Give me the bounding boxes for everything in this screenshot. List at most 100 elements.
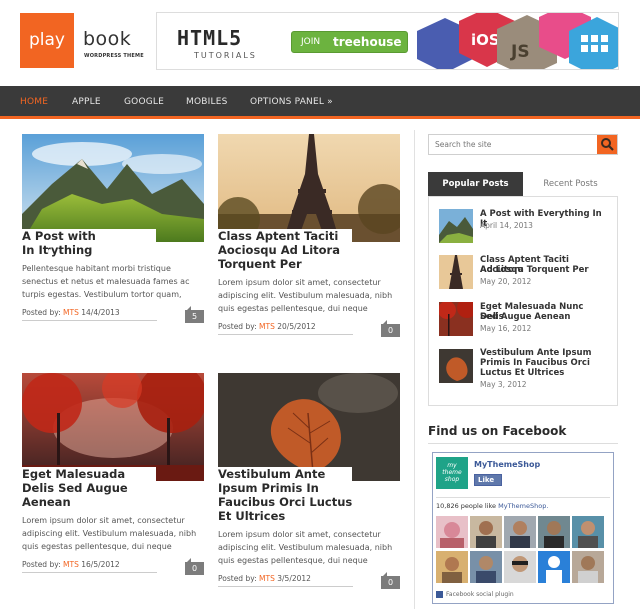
nav-google[interactable]: GOOGLE bbox=[124, 97, 164, 107]
fan-avatar[interactable] bbox=[538, 516, 570, 548]
column-divider bbox=[414, 130, 415, 609]
post-excerpt-line: Lorem ipsum dolor sit amet, consectetur bbox=[218, 530, 381, 539]
logo-text-line: theme bbox=[442, 469, 462, 476]
popular-post-date: May 16, 2012 bbox=[480, 324, 532, 333]
main-nav: HOME APPLE GOOGLE MOBILES OPTIONS PANEL … bbox=[0, 86, 640, 119]
post-author-link[interactable]: MTS bbox=[63, 560, 79, 569]
post-author-link[interactable]: MTS bbox=[259, 322, 275, 331]
like-count-text: 10,826 people like bbox=[436, 502, 499, 510]
post-meta: Posted by: MTS 16/5/2012 bbox=[22, 560, 157, 573]
hex-js-label: JS bbox=[510, 42, 530, 62]
popular-post-title-line[interactable]: Sed Augue Aenean bbox=[480, 312, 608, 322]
posted-by-label: Posted by: bbox=[22, 560, 61, 569]
post-title-line[interactable]: In It bbox=[22, 243, 49, 257]
tab-popular-posts[interactable]: Popular Posts bbox=[428, 172, 523, 196]
fan-avatar[interactable] bbox=[436, 516, 468, 548]
post-title[interactable]: Class Aptent Taciti bbox=[218, 229, 352, 243]
logo-play[interactable]: play bbox=[20, 13, 74, 68]
post-image-eiffel[interactable] bbox=[218, 134, 400, 242]
post-title-line[interactable]: Aenean bbox=[22, 495, 71, 509]
logo-text-line: shop bbox=[444, 476, 460, 483]
post-image-red-forest[interactable] bbox=[22, 373, 204, 481]
banner-html5-text: HTML5 bbox=[177, 26, 243, 50]
post-date: 16/5/2012 bbox=[81, 560, 120, 569]
nav-mobiles[interactable]: MOBILES bbox=[186, 97, 228, 107]
post-meta: Posted by: MTS 3/5/2012 bbox=[218, 574, 353, 587]
post-author-link[interactable]: MTS bbox=[259, 574, 275, 583]
post-excerpt-line: senectus et netus et malesuada fames ac bbox=[22, 277, 190, 286]
logo-subtitle: WORDPRESS THEME bbox=[84, 53, 144, 59]
popular-thumb[interactable] bbox=[439, 209, 473, 243]
fan-avatar[interactable] bbox=[504, 551, 536, 583]
fan-avatar[interactable] bbox=[538, 551, 570, 583]
facebook-heading-rule bbox=[428, 443, 618, 444]
popular-post-title-line[interactable]: Primis In Faucibus Orci bbox=[480, 358, 608, 368]
post-date: 14/4/2013 bbox=[81, 308, 120, 317]
nav-home[interactable]: HOME bbox=[20, 97, 48, 107]
ad-banner[interactable]: HTML5 TUTORIALS JOIN treehouse iOS JS bbox=[156, 12, 619, 70]
search-icon bbox=[601, 138, 614, 151]
search-input[interactable] bbox=[429, 135, 597, 154]
treehouse-label: treehouse bbox=[333, 35, 402, 49]
post-excerpt-line: turpis egestas. Vestibulum tortor quam, bbox=[22, 290, 182, 299]
join-label: JOIN bbox=[301, 37, 321, 47]
facebook-like-count: 10,826 people like MyThemeShop. bbox=[436, 502, 548, 510]
popular-post-date: May 3, 2012 bbox=[480, 380, 527, 389]
facebook-like-box: my theme shop MyThemeShop Like 10,826 pe… bbox=[432, 452, 614, 604]
comment-count-badge[interactable]: 0 bbox=[381, 320, 400, 337]
fan-avatar[interactable] bbox=[470, 551, 502, 583]
search-button[interactable] bbox=[597, 135, 617, 154]
post-title[interactable]: A Post with Everything bbox=[22, 229, 156, 257]
like-count-page-link[interactable]: MyThemeShop. bbox=[498, 502, 548, 510]
fan-avatar[interactable] bbox=[504, 516, 536, 548]
popular-thumb[interactable] bbox=[439, 255, 473, 289]
fan-avatar[interactable] bbox=[572, 516, 604, 548]
tab-recent-posts[interactable]: Recent Posts bbox=[523, 172, 618, 196]
post-image-leaf[interactable] bbox=[218, 373, 400, 481]
plugin-label: Facebook social plugin bbox=[446, 591, 514, 598]
hex-ios-label: iOS bbox=[471, 31, 500, 49]
mythemeshop-logo[interactable]: my theme shop bbox=[436, 457, 468, 489]
popular-post-title-line[interactable]: Luctus Et Ultrices bbox=[480, 368, 608, 378]
nav-apple[interactable]: APPLE bbox=[72, 97, 101, 107]
logo-text-line: my bbox=[447, 462, 457, 469]
fan-avatar[interactable] bbox=[572, 551, 604, 583]
post-title-line[interactable]: Et Ultrices bbox=[218, 509, 286, 523]
popular-post-title[interactable]: Vestibulum Ante Ipsum bbox=[480, 348, 608, 358]
post-excerpt-line: quis egestas pellentesque, dui neque bbox=[22, 542, 172, 551]
facebook-like-button[interactable]: Like bbox=[474, 474, 502, 486]
post-excerpt-line: Lorem ipsum dolor sit amet, consectetur bbox=[218, 278, 381, 287]
popular-post-date: April 14, 2013 bbox=[480, 221, 533, 230]
post-title-line[interactable]: Faucibus Orci Luctus bbox=[218, 495, 353, 509]
post-date: 3/5/2012 bbox=[277, 574, 311, 583]
comment-count-badge[interactable]: 5 bbox=[185, 306, 204, 323]
post-excerpt-line: adipiscing elit. Vestibulum malesuada, n… bbox=[218, 291, 393, 300]
fan-avatar[interactable] bbox=[436, 551, 468, 583]
nav-options-panel[interactable]: OPTIONS PANEL » bbox=[250, 97, 333, 107]
post-title-line[interactable]: Ipsum Primis In bbox=[218, 481, 319, 495]
post-excerpt-line: adipiscing elit. Vestibulum malesuada, n… bbox=[22, 529, 197, 538]
facebook-separator bbox=[436, 497, 610, 498]
fan-avatar[interactable] bbox=[470, 516, 502, 548]
comment-count-badge[interactable]: 0 bbox=[185, 558, 204, 575]
post-author-link[interactable]: MTS bbox=[63, 308, 79, 317]
popular-thumb[interactable] bbox=[439, 302, 473, 336]
join-treehouse-button[interactable]: JOIN treehouse bbox=[291, 31, 408, 53]
post-image-mountains[interactable] bbox=[22, 134, 204, 242]
posted-by-label: Posted by: bbox=[218, 574, 257, 583]
post-title-line[interactable]: Delis Sed Augue bbox=[22, 481, 128, 495]
post-meta: Posted by: MTS 20/5/2012 bbox=[218, 322, 353, 335]
facebook-page-name[interactable]: MyThemeShop bbox=[474, 460, 540, 469]
popular-thumb[interactable] bbox=[439, 349, 473, 383]
post-title[interactable]: Eget Malesuada Nunc bbox=[22, 467, 156, 495]
post-title[interactable]: Vestibulum Ante bbox=[218, 467, 352, 481]
popular-post-title-line[interactable]: Ad Litora Torquent Per bbox=[480, 265, 608, 275]
facebook-plugin-footer: Facebook social plugin bbox=[436, 591, 514, 598]
comment-count-badge[interactable]: 0 bbox=[381, 572, 400, 589]
popular-posts-panel: A Post with Everything In It April 14, 2… bbox=[428, 196, 618, 406]
post-title-line[interactable]: Torquent Per bbox=[218, 257, 302, 271]
post-title-line[interactable]: Aociosqu Ad Litora bbox=[218, 243, 340, 257]
posted-by-label: Posted by: bbox=[218, 322, 257, 331]
sidebar-tabs: Popular Posts Recent Posts bbox=[428, 172, 618, 196]
logo-book[interactable]: book bbox=[83, 28, 131, 50]
